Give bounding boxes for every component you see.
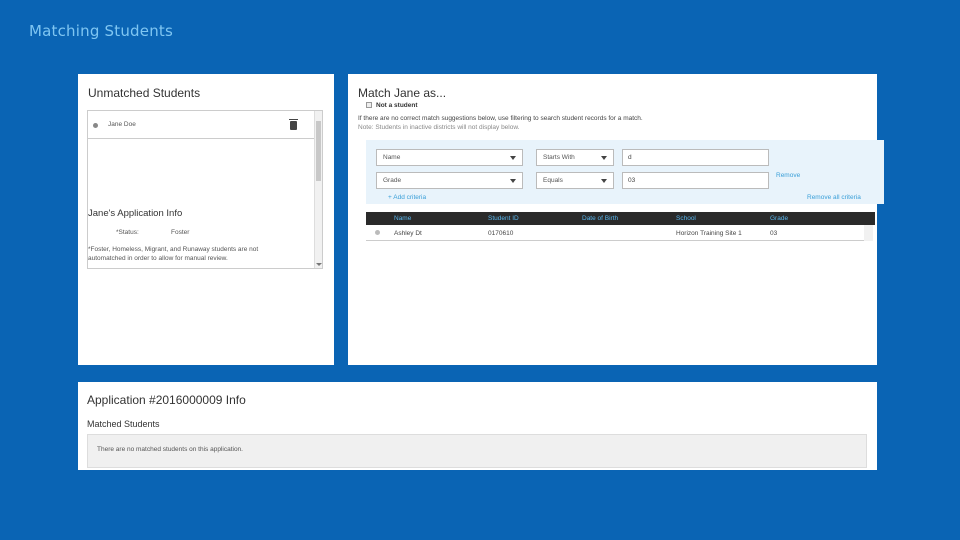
filter-operator-select-1[interactable]: Starts With — [536, 149, 614, 166]
filter-field-value: Grade — [383, 177, 402, 184]
filter-field-select-2[interactable]: Grade — [376, 172, 523, 189]
results-table-header: Name Student ID Date of Birth School Gra… — [366, 212, 875, 225]
column-header-name[interactable]: Name — [394, 215, 411, 222]
filter-value-input-1[interactable]: d — [622, 149, 769, 166]
chevron-down-icon — [510, 179, 516, 183]
filter-field-select-1[interactable]: Name — [376, 149, 523, 166]
list-item[interactable]: Jane Doe — [88, 111, 316, 139]
chevron-down-icon — [510, 156, 516, 160]
column-header-school[interactable]: School — [676, 215, 696, 222]
slide-title: Matching Students — [29, 22, 173, 40]
column-header-dob[interactable]: Date of Birth — [582, 215, 618, 222]
not-student-label: Not a student — [376, 102, 418, 109]
scrollbar-thumb[interactable] — [316, 121, 321, 181]
filter-operator-value: Starts With — [543, 154, 575, 161]
remove-all-criteria-link[interactable]: Remove all criteria — [807, 194, 861, 201]
filter-field-value: Name — [383, 154, 401, 161]
matched-students-list: There are no matched students on this ap… — [87, 434, 867, 468]
not-student-checkbox[interactable] — [366, 102, 372, 108]
application-title: Application #2016000009 Info — [87, 393, 246, 407]
status-label: *Status: — [116, 229, 139, 236]
match-note: Note: Students in inactive districts wil… — [358, 124, 520, 131]
cell-name: Ashley Dt — [394, 230, 422, 237]
chevron-down-icon — [601, 179, 607, 183]
cell-grade: 03 — [770, 230, 778, 237]
scroll-down-arrow-icon[interactable] — [316, 263, 322, 266]
table-scrollbar[interactable] — [864, 225, 873, 241]
filter-value-input-2[interactable]: 03 — [622, 172, 769, 189]
list-scrollbar[interactable] — [314, 111, 322, 268]
match-hint: If there are no correct match suggestion… — [358, 115, 643, 122]
cell-student-id: 0170610 — [488, 230, 514, 237]
application-info-panel: Application #2016000009 Info Matched Stu… — [78, 382, 877, 470]
application-info-title: Jane's Application Info — [88, 208, 183, 219]
match-title: Match Jane as... — [358, 86, 447, 100]
cell-school: Horizon Training Site 1 — [676, 230, 742, 237]
automatch-note: *Foster, Homeless, Migrant, and Runaway … — [88, 246, 259, 262]
filter-criteria-area: Name Starts With d Grade Equals 03 Remov… — [366, 140, 884, 204]
matched-students-title: Matched Students — [87, 419, 160, 429]
empty-message: There are no matched students on this ap… — [97, 446, 243, 453]
student-name: Jane Doe — [108, 121, 136, 128]
radio-button[interactable] — [93, 123, 98, 128]
add-criteria-link[interactable]: + Add criteria — [388, 194, 426, 201]
filter-operator-value: Equals — [543, 177, 563, 184]
radio-button[interactable] — [375, 230, 380, 235]
match-panel: Match Jane as... Not a student If there … — [348, 74, 884, 365]
trash-icon[interactable] — [289, 119, 298, 130]
unmatched-students-title: Unmatched Students — [88, 86, 201, 100]
chevron-down-icon — [601, 156, 607, 160]
filter-operator-select-2[interactable]: Equals — [536, 172, 614, 189]
unmatched-students-panel: Unmatched Students Jane Doe Jane's Appli… — [78, 74, 334, 365]
status-value: Foster — [171, 229, 190, 236]
column-header-student-id[interactable]: Student ID — [488, 215, 519, 222]
table-row[interactable]: Ashley Dt 0170610 Horizon Training Site … — [366, 225, 864, 241]
remove-criteria-link[interactable]: Remove — [776, 172, 800, 179]
column-header-grade[interactable]: Grade — [770, 215, 788, 222]
